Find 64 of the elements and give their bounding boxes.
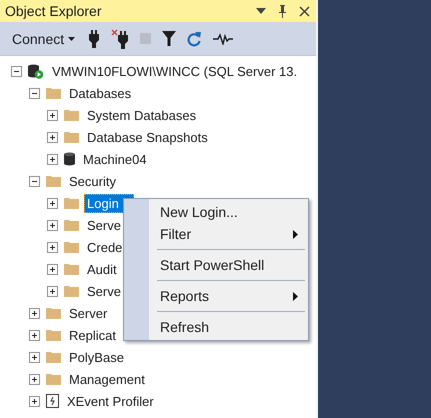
plug-x-icon[interactable] (111, 28, 130, 48)
close-icon[interactable] (299, 6, 310, 16)
folder-icon (46, 351, 61, 363)
submenu-arrow-icon (293, 230, 298, 238)
folder-icon (46, 307, 61, 319)
folder-icon (64, 219, 79, 231)
folder-icon (46, 329, 61, 341)
dropdown-icon[interactable] (256, 8, 266, 14)
folder-icon (64, 109, 79, 121)
menu-item[interactable]: Start PowerShell (124, 254, 308, 276)
expander-icon[interactable] (29, 88, 40, 98)
folder-icon (46, 175, 61, 187)
refresh-icon[interactable] (187, 30, 202, 46)
expander-icon[interactable] (29, 374, 40, 384)
expander-icon[interactable] (29, 396, 40, 406)
expander-icon[interactable] (29, 176, 40, 186)
folder-icon (64, 263, 79, 275)
tree-item[interactable]: Security (66, 172, 119, 190)
filter-icon[interactable] (162, 31, 176, 46)
profiler-icon (46, 394, 59, 408)
menu-item[interactable]: Filter (124, 223, 308, 245)
tree-item[interactable]: XEvent Profiler (64, 392, 157, 410)
database-server-icon (28, 64, 44, 78)
panel-title: Object Explorer (5, 3, 102, 19)
folder-icon (46, 87, 61, 99)
menu-item[interactable]: Refresh (124, 316, 308, 338)
tree-item[interactable]: Serve (84, 216, 124, 234)
expander-icon[interactable] (47, 286, 58, 296)
folder-icon (64, 285, 79, 297)
folder-icon (46, 373, 61, 385)
expander-icon[interactable] (47, 220, 58, 230)
expander-icon[interactable] (29, 352, 40, 362)
folder-icon (64, 131, 79, 143)
tree-item[interactable]: Server (66, 304, 110, 322)
tree-item[interactable]: PolyBase (66, 348, 127, 366)
tree-item[interactable]: VMWIN10FLOWI\WINCC (SQL Server 13. (49, 62, 300, 80)
tree-item[interactable]: Serve (84, 282, 124, 300)
expander-icon[interactable] (29, 330, 40, 340)
expander-icon[interactable] (47, 264, 58, 274)
pin-icon[interactable] (278, 4, 287, 18)
submenu-arrow-icon (293, 292, 298, 300)
caret-icon (68, 36, 76, 40)
folder-icon (64, 241, 79, 253)
expander-icon[interactable] (47, 110, 58, 120)
expander-icon[interactable] (47, 132, 58, 142)
tree-item[interactable]: Machine04 (80, 150, 150, 168)
expander-icon[interactable] (47, 242, 58, 252)
expander-icon[interactable] (47, 154, 58, 164)
plug-icon[interactable] (88, 30, 100, 48)
tree-item[interactable]: Crede (84, 238, 126, 256)
expander-icon[interactable] (11, 66, 22, 76)
tree-item[interactable]: Database Snapshots (84, 128, 211, 146)
database-icon (64, 152, 75, 166)
connect-button[interactable]: Connect (10, 28, 78, 48)
expander-icon[interactable] (47, 198, 58, 208)
tree-item[interactable]: Management (66, 370, 148, 388)
expander-icon[interactable] (29, 308, 40, 318)
tree-item[interactable]: Replicat (66, 326, 119, 344)
tree-item[interactable]: System Databases (84, 106, 200, 124)
tree-item[interactable]: Databases (66, 84, 134, 102)
folder-icon (64, 197, 79, 209)
menu-item[interactable]: Reports (124, 285, 308, 307)
tree-item[interactable]: Audit (84, 260, 120, 278)
activity-icon[interactable] (213, 32, 234, 44)
